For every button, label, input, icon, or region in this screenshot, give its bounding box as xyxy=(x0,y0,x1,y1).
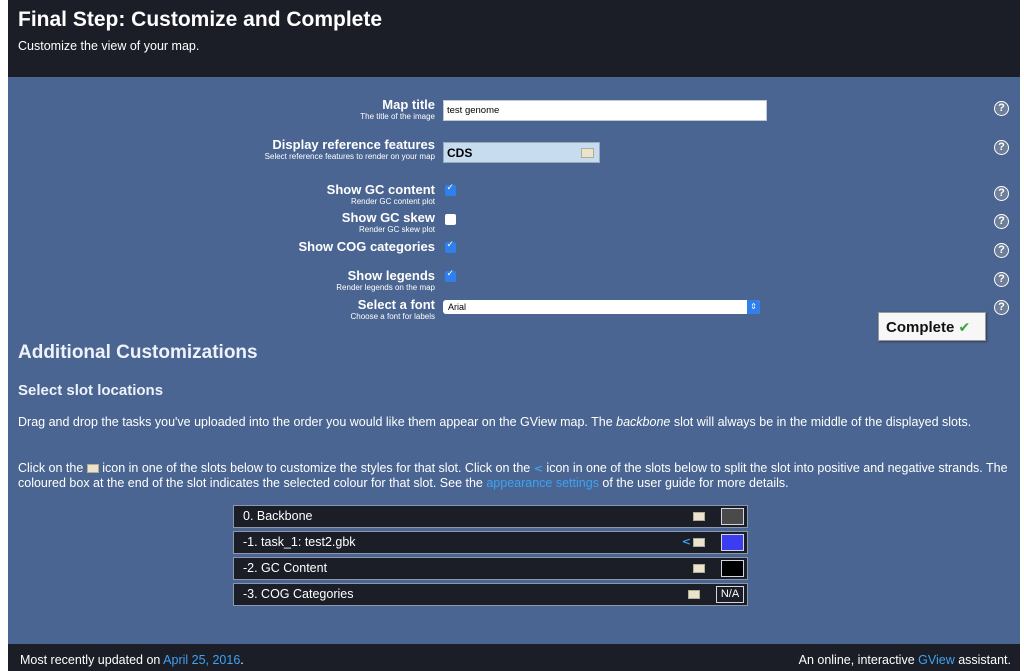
page: Final Step: Customize and Complete Custo… xyxy=(8,0,1020,671)
footer-tagline: An online, interactive GView assistant. xyxy=(798,653,1011,667)
slot-task-1[interactable]: -1. task_1: test2.gbk < xyxy=(233,531,748,554)
map-title-input[interactable]: test genome xyxy=(443,100,767,121)
update-date-link[interactable]: April 25, 2016 xyxy=(163,653,240,667)
select-arrows-icon: ⇕ xyxy=(747,300,760,314)
page-title: Final Step: Customize and Complete xyxy=(18,8,383,31)
slot-color-swatch[interactable] xyxy=(721,534,744,551)
slot-label: -1. task_1: test2.gbk xyxy=(243,535,356,549)
gc-content-help-icon[interactable]: ? xyxy=(994,186,1009,201)
font-label: Select a font xyxy=(357,297,435,312)
slot-label: -2. GC Content xyxy=(243,561,328,575)
reference-features-select[interactable]: CDS xyxy=(443,142,600,163)
edit-style-icon[interactable] xyxy=(688,590,700,599)
font-hint: Choose a font for labels xyxy=(350,312,436,321)
slot-list: 0. Backbone -1. task_1: test2.gbk < -2. … xyxy=(233,505,748,609)
legends-label: Show legends xyxy=(347,268,435,283)
checkmark-icon: ✔ xyxy=(958,320,971,336)
gc-content-hint: Render GC content plot xyxy=(350,197,435,206)
slot-color-swatch[interactable] xyxy=(721,508,744,525)
reference-features-label: Display reference features xyxy=(272,137,435,152)
gc-content-checkbox[interactable] xyxy=(445,183,456,196)
gc-skew-label: Show GC skew xyxy=(341,210,435,225)
slot-icon-instructions: Click on the icon in one of the slots be… xyxy=(18,461,1008,490)
header-bar: Final Step: Customize and Complete Custo… xyxy=(8,0,1020,77)
slot-gc-content[interactable]: -2. GC Content xyxy=(233,557,748,580)
font-select[interactable]: Arial ⇕ xyxy=(443,300,760,314)
edit-style-icon[interactable] xyxy=(581,148,594,158)
slot-backbone[interactable]: 0. Backbone xyxy=(233,505,748,528)
font-help-icon[interactable]: ? xyxy=(994,300,1009,315)
legends-help-icon[interactable]: ? xyxy=(994,272,1009,287)
footer-updated: Most recently updated on April 25, 2016. xyxy=(20,653,244,667)
complete-button[interactable]: Complete ✔ xyxy=(878,312,986,341)
slot-color-swatch[interactable] xyxy=(721,560,744,577)
edit-style-icon[interactable] xyxy=(693,512,705,521)
cog-categories-checkbox[interactable] xyxy=(445,240,456,253)
split-strands-icon[interactable]: < xyxy=(682,535,691,548)
slot-label: 0. Backbone xyxy=(243,509,313,523)
additional-customizations-heading: Additional Customizations xyxy=(18,342,258,363)
gc-content-label: Show GC content xyxy=(326,182,435,197)
select-slot-locations-heading: Select slot locations xyxy=(18,382,164,399)
gc-skew-help-icon[interactable]: ? xyxy=(994,214,1009,229)
reference-features-help-icon[interactable]: ? xyxy=(994,140,1009,155)
slot-label: -3. COG Categories xyxy=(243,587,354,601)
page-subtitle: Customize the view of your map. xyxy=(18,39,200,53)
drag-drop-instructions: Drag and drop the tasks you've uploaded … xyxy=(18,415,972,429)
gview-link[interactable]: GView xyxy=(918,653,955,667)
map-title-label: Map title xyxy=(382,97,435,112)
cog-categories-help-icon[interactable]: ? xyxy=(994,243,1009,258)
slot-color-na: N/A xyxy=(716,586,744,603)
legends-checkbox[interactable] xyxy=(445,269,456,282)
reference-features-value: CDS xyxy=(447,146,473,160)
map-title-help-icon[interactable]: ? xyxy=(994,101,1009,116)
footer-bar: Most recently updated on April 25, 2016.… xyxy=(8,644,1020,671)
complete-button-label: Complete xyxy=(886,319,955,336)
font-select-value: Arial xyxy=(448,302,467,312)
appearance-settings-link[interactable]: appearance settings xyxy=(486,476,599,490)
slot-cog-categories[interactable]: -3. COG Categories N/A xyxy=(233,583,748,606)
edit-style-icon[interactable] xyxy=(693,538,705,547)
split-strands-icon: < xyxy=(533,462,543,475)
gc-skew-checkbox[interactable] xyxy=(445,214,456,225)
edit-style-icon[interactable] xyxy=(693,564,705,573)
gc-skew-hint: Render GC skew plot xyxy=(358,225,435,234)
cog-categories-label: Show COG categories xyxy=(298,239,435,254)
edit-style-icon xyxy=(86,464,99,474)
reference-features-hint: Select reference features to render on y… xyxy=(264,152,435,161)
map-title-hint: The title of the image xyxy=(360,112,435,121)
legends-hint: Render legends on the map xyxy=(336,283,435,292)
